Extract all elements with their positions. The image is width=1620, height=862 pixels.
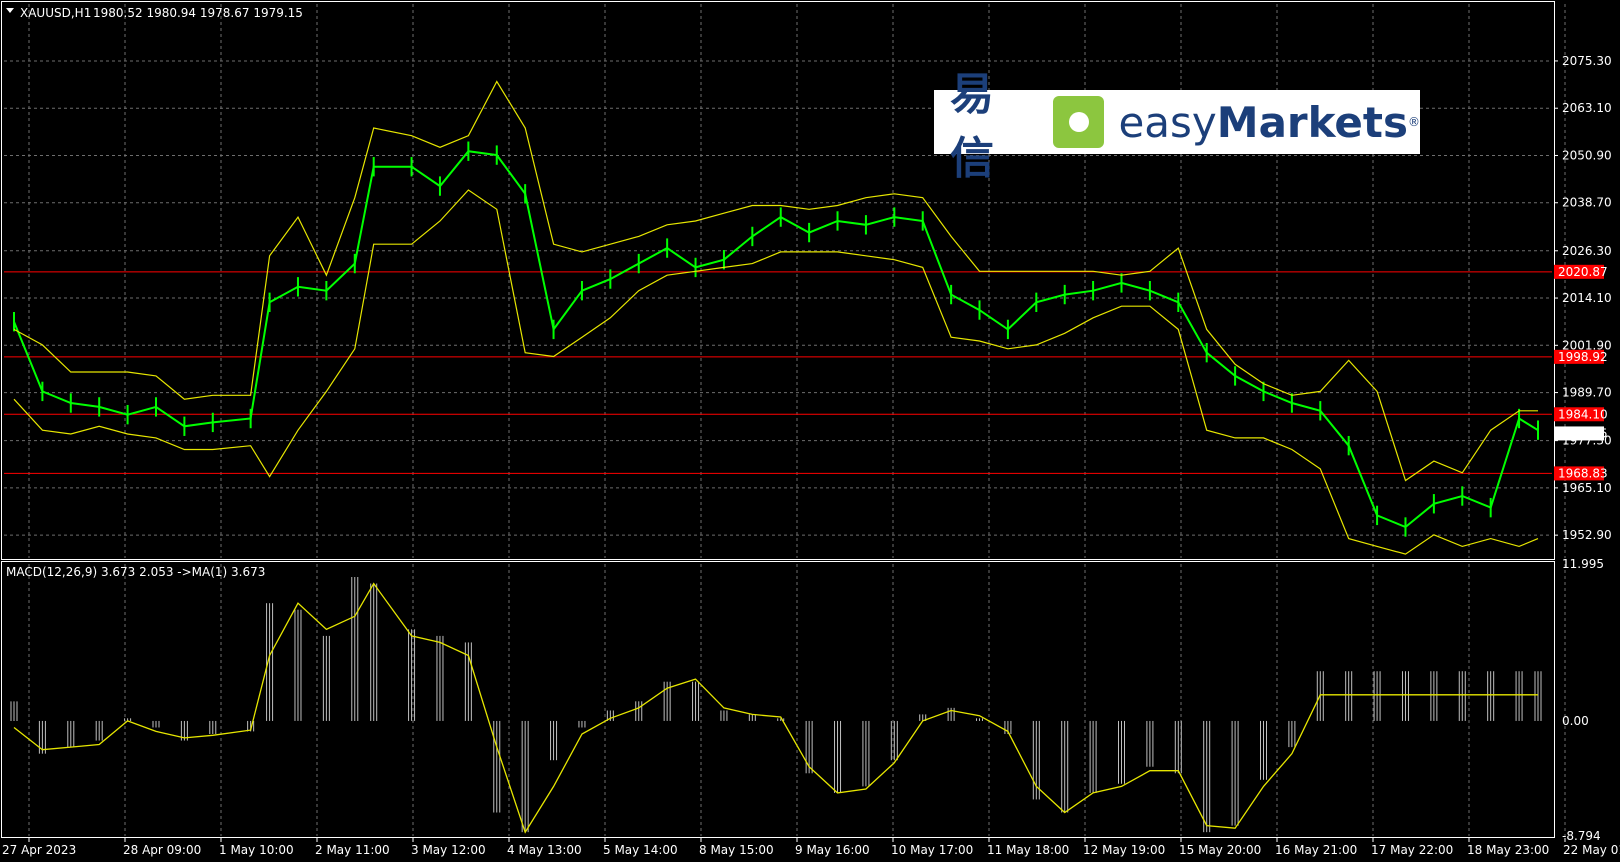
time-tick-label: 9 May 16:00 [795,843,870,857]
level-label: 2020.87 [1558,265,1608,279]
price-tick-label: 1952.90 [1562,528,1612,542]
close-series-line [13,150,1539,529]
time-tick-label: 11 May 18:00 [987,843,1069,857]
price-levels[interactable]: 2020.87 1998.92 1984.10 1968.83 [4,264,1608,481]
price-tick-label: 2063.10 [1562,101,1612,115]
level-label: 1984.10 [1558,407,1608,421]
time-tick-label: 5 May 14:00 [603,843,678,857]
time-tick-label: 18 May 23:00 [1467,843,1549,857]
ohlc-values: 1980.52 1980.94 1978.67 1979.15 [93,6,303,20]
level-label: 1998.92 [1558,350,1608,364]
macd-tick-label: -8.794 [1562,829,1601,843]
macd-axis: 11.995 0.00 -8.794 [1562,557,1604,843]
time-tick-label: 17 May 22:00 [1371,843,1453,857]
logo-markets-text: Markets [1216,97,1408,147]
price-tick-label: 2038.70 [1562,196,1612,210]
macd-series [10,577,1542,834]
price-tick-label: 1965.10 [1562,481,1612,495]
logo-easy-text: easy [1118,97,1217,147]
level-label: 1968.83 [1558,466,1608,480]
time-tick-label: 1 May 10:00 [219,843,294,857]
time-tick-label: 10 May 17:00 [891,843,973,857]
price-tick-label: 2075.30 [1562,54,1612,68]
signal-series-line [13,582,1538,834]
price-tick-label: 2050.90 [1562,148,1612,162]
time-tick-label: 28 Apr 09:00 [123,843,201,857]
time-tick-label: 16 May 21:00 [1275,843,1357,857]
current-price-label: 1979.15 [1558,426,1608,440]
time-tick-label: 2 May 11:00 [315,843,390,857]
easymarkets-logo: 易信 easy Markets ® [934,69,1420,184]
time-tick-label: 3 May 12:00 [411,843,486,857]
macd-header: MACD(12,26,9) 3.673 2.053 ->MA(1) 3.673 [6,565,265,579]
lower-series-line [13,189,1539,555]
time-tick-label: 27 Apr 2023 [2,843,76,857]
macd-pane-frame [1,561,1555,838]
price-tick-label: 2026.30 [1562,244,1612,258]
price-pane-frame [1,1,1555,560]
price-tick-label: 1989.70 [1562,386,1612,400]
time-axis: 27 Apr 2023 28 Apr 09:00 1 May 10:00 2 May … [2,838,1620,857]
time-tick-label: 12 May 19:00 [1083,843,1165,857]
chevron-down-icon[interactable] [6,8,14,13]
current-price-marker: 1979.15 [1554,426,1608,441]
macd-tick-label: 0.00 [1562,714,1589,728]
time-tick-label: 15 May 20:00 [1179,843,1261,857]
logo-registered-mark: ® [1408,115,1420,129]
time-tick-label: 4 May 13:00 [507,843,582,857]
time-tick-label: 8 May 15:00 [699,843,774,857]
time-tick-label: 22 May 01:00 [1563,843,1620,857]
macd-tick-label: 11.995 [1562,557,1604,571]
logo-chinese-text: 易信 [950,69,996,184]
price-tick-label: 2014.10 [1562,291,1612,305]
logo-mark-icon [1053,96,1105,148]
symbol-label: XAUUSD,H1 [20,6,91,20]
